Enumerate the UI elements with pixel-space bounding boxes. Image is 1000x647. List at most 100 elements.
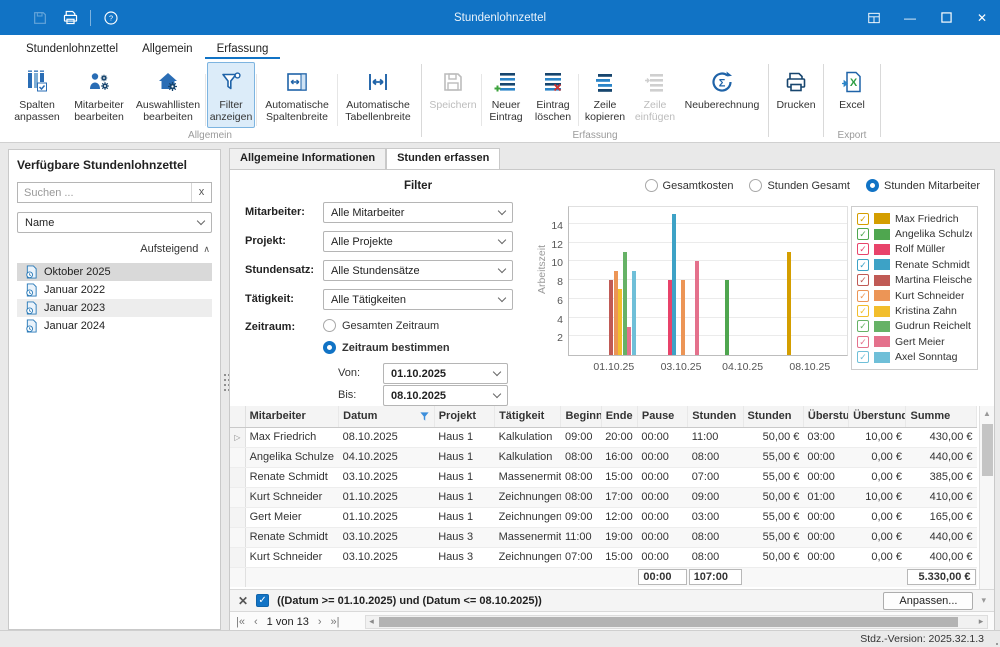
table-cell[interactable]: Haus 1 (434, 427, 494, 447)
table-cell[interactable]: Gert Meier (245, 507, 339, 527)
table-cell[interactable]: Haus 1 (434, 487, 494, 507)
mitarbeiter-bearbeiten-button[interactable]: Mitarbeiter bearbeiten (66, 62, 132, 128)
close-button[interactable]: ✕ (964, 0, 1000, 35)
table-cell[interactable]: 00:00 (637, 447, 687, 467)
von-date-dropdown[interactable]: 01.10.2025 (383, 363, 508, 384)
table-cell[interactable]: 00:00 (803, 467, 848, 487)
mitarbeiter-dropdown[interactable]: Alle Mitarbeiter (323, 202, 513, 223)
table-cell[interactable]: Massenermittlu... (495, 467, 561, 487)
table-cell[interactable]: Haus 1 (434, 467, 494, 487)
table-cell[interactable]: 0,00 € (849, 547, 906, 567)
table-cell[interactable]: 385,00 € (906, 467, 977, 487)
scrollbar-thumb[interactable] (379, 617, 958, 627)
anpassen-button[interactable]: Anpassen... (883, 592, 973, 610)
table-cell[interactable]: 400,00 € (906, 547, 977, 567)
search-clear-button[interactable]: x (191, 183, 211, 202)
scroll-right-icon[interactable]: ▸ (975, 616, 987, 627)
table-cell[interactable]: Zeichnungen (495, 547, 561, 567)
scroll-left-icon[interactable]: ◂ (366, 616, 378, 627)
table-cell[interactable]: Kurt Schneider (245, 547, 339, 567)
projekt-dropdown[interactable]: Alle Projekte (323, 231, 513, 252)
scroll-up-icon[interactable]: ▲ (980, 406, 994, 418)
zeitraum-bestimmen-radio[interactable]: Zeitraum bestimmen (323, 341, 450, 354)
sidebar-list-item[interactable]: Januar 2024 (17, 317, 212, 335)
table-cell[interactable]: 00:00 (803, 447, 848, 467)
table-cell[interactable]: 03.10.2025 (339, 547, 435, 567)
search-input[interactable] (18, 187, 191, 199)
tab-allgemein[interactable]: Allgemein (130, 40, 205, 59)
table-cell[interactable]: 03:00 (803, 427, 848, 447)
stunden-mitarbeiter-radio[interactable]: Stunden Mitarbeiter (866, 179, 980, 192)
column-header[interactable]: Stunden (688, 406, 743, 427)
next-page-icon[interactable]: › (318, 616, 322, 628)
table-cell[interactable]: 03.10.2025 (339, 527, 435, 547)
table-cell[interactable]: 03:00 (688, 507, 743, 527)
last-page-icon[interactable]: »| (331, 616, 340, 628)
stundensatz-dropdown[interactable]: Alle Stundensätze (323, 260, 513, 281)
legend-checkbox[interactable]: ✓ (857, 259, 869, 271)
filter-enabled-checkbox[interactable]: ✓ (256, 594, 269, 607)
legend-checkbox[interactable]: ✓ (857, 213, 869, 225)
taetigkeit-dropdown[interactable]: Alle Tätigkeiten (323, 289, 513, 310)
drucken-button[interactable]: Drucken (773, 62, 819, 128)
table-cell[interactable]: 0,00 € (849, 507, 906, 527)
table-cell[interactable]: 0,00 € (849, 447, 906, 467)
vertical-scrollbar[interactable]: ▲ (979, 406, 994, 589)
table-cell[interactable]: 55,00 € (743, 467, 803, 487)
legend-checkbox[interactable]: ✓ (857, 274, 869, 286)
column-header[interactable]: Überstunde (849, 406, 906, 427)
first-page-icon[interactable]: |« (236, 616, 245, 628)
table-row[interactable]: Renate Schmidt03.10.2025Haus 1Massenermi… (230, 467, 977, 487)
table-cell[interactable]: 09:00 (561, 507, 601, 527)
sidebar-list-item[interactable]: Oktober 2025 (17, 263, 212, 281)
stunden-gesamt-radio[interactable]: Stunden Gesamt (749, 179, 850, 192)
table-cell[interactable]: 55,00 € (743, 527, 803, 547)
table-cell[interactable]: Zeichnungen (495, 507, 561, 527)
table-cell[interactable]: 19:00 (601, 527, 637, 547)
table-cell[interactable]: Haus 1 (434, 507, 494, 527)
table-cell[interactable]: 440,00 € (906, 527, 977, 547)
table-cell[interactable]: 00:00 (637, 427, 687, 447)
table-row[interactable]: Renate Schmidt03.10.2025Haus 3Massenermi… (230, 527, 977, 547)
column-header[interactable]: Überstu (803, 406, 848, 427)
remove-filter-icon[interactable]: ✕ (238, 594, 248, 608)
column-header[interactable]: Pause (637, 406, 687, 427)
neuberechnung-button[interactable]: Σ Neuberechnung (680, 62, 764, 128)
table-row[interactable]: Angelika Schulze04.10.2025Haus 1Kalkulat… (230, 447, 977, 467)
table-cell[interactable]: Kalkulation (495, 447, 561, 467)
horizontal-scrollbar[interactable]: ◂ ▸ (365, 615, 988, 629)
chevron-down-icon[interactable]: ▾ (981, 595, 986, 606)
legend-checkbox[interactable]: ✓ (857, 351, 869, 363)
table-cell[interactable]: 50,00 € (743, 487, 803, 507)
tab-stundenlohnzettel[interactable]: Stundenlohnzettel (14, 40, 130, 59)
neuer-eintrag-button[interactable]: Neuer Eintrag (483, 62, 529, 128)
column-header[interactable]: Projekt (434, 406, 494, 427)
table-cell[interactable]: Massenermittlu... (495, 527, 561, 547)
auswahllisten-bearbeiten-button[interactable]: Auswahllisten bearbeiten (132, 62, 204, 128)
legend-checkbox[interactable]: ✓ (857, 228, 869, 240)
column-header[interactable]: Ende (601, 406, 637, 427)
table-cell[interactable]: 430,00 € (906, 427, 977, 447)
table-cell[interactable]: Kalkulation (495, 427, 561, 447)
table-cell[interactable]: 08:00 (688, 527, 743, 547)
zeile-einfuegen-button[interactable]: Zeile einfügen (630, 62, 680, 128)
table-cell[interactable]: 55,00 € (743, 447, 803, 467)
column-header[interactable]: Summe (906, 406, 977, 427)
table-cell[interactable]: 07:00 (561, 547, 601, 567)
table-cell[interactable]: 55,00 € (743, 507, 803, 527)
table-cell[interactable]: 03.10.2025 (339, 467, 435, 487)
column-header[interactable]: Beginn (561, 406, 601, 427)
table-cell[interactable]: 08.10.2025 (339, 427, 435, 447)
sidebar-list-item[interactable]: Januar 2022 (17, 281, 212, 299)
table-cell[interactable]: 11:00 (561, 527, 601, 547)
window-layout-icon[interactable] (856, 0, 892, 35)
excel-export-button[interactable]: X Excel (828, 62, 876, 128)
table-cell[interactable]: 12:00 (601, 507, 637, 527)
table-cell[interactable]: 00:00 (637, 487, 687, 507)
column-header[interactable]: Stunden (743, 406, 803, 427)
minimize-button[interactable]: — (892, 0, 928, 35)
legend-checkbox[interactable]: ✓ (857, 320, 869, 332)
gesamten-zeitraum-radio[interactable]: Gesamten Zeitraum (323, 319, 439, 332)
speichern-button[interactable]: Speichern (426, 62, 480, 128)
sidebar-list-item[interactable]: Januar 2023 (17, 299, 212, 317)
